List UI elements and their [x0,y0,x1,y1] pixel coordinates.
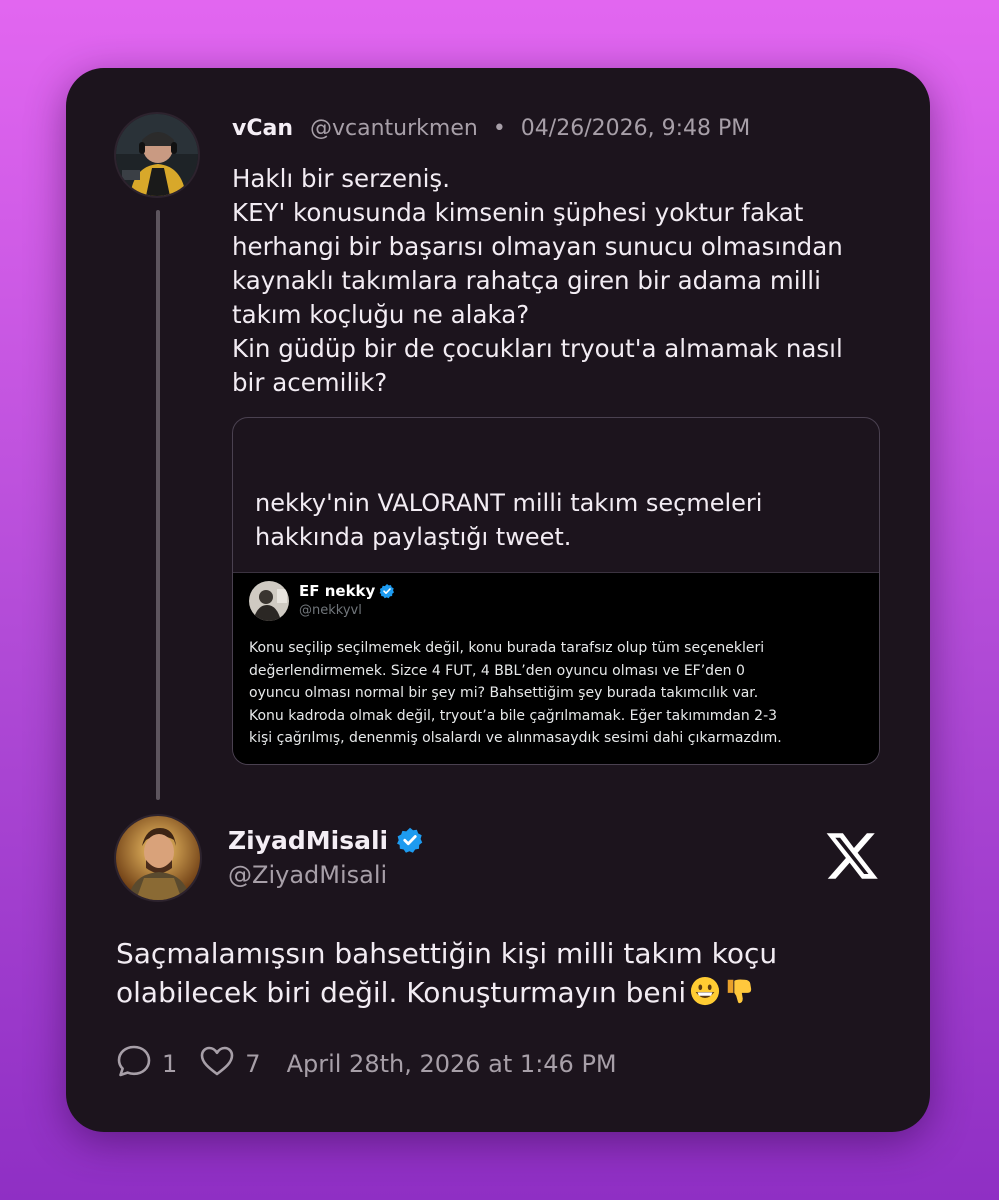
embedded-line: değerlendirmemek. Sizce 4 FUT, 4 BBL’den… [249,662,745,679]
reply-count-button[interactable]: 1 [116,1044,177,1084]
text-line: herhangi bir başarısı olmayan sunucu olm… [232,232,843,261]
reply-date[interactable]: April 28th, 2026 at 1:46 PM [287,1050,617,1078]
like-count-button[interactable]: 7 [199,1045,261,1083]
embedded-line: kişi çağrılmış, denenmiş olsalardı ve al… [249,730,782,746]
reply-text: Saçmalamışsın bahsettiğin kişi milli tak… [116,934,777,1016]
text-line: takım koçluğu ne alaka? [232,300,530,329]
avatar-nekky [249,581,289,621]
grinning-face-icon [690,976,720,1016]
tweet-card: vCan @vcanturkmen • 04/26/2026, 9:48 PM … [66,68,930,1132]
avatar-vcan[interactable] [116,114,198,196]
embedded-name-text: EF nekky [299,582,376,600]
display-name[interactable]: vCan [232,116,293,141]
embedded-line: Konu seçilip seçilmemek değil, konu bura… [249,640,765,656]
x-logo-icon[interactable] [826,830,878,882]
original-tweet-header: vCan @vcanturkmen • 04/26/2026, 9:48 PM [232,116,750,141]
text-line: bir acemilik? [232,368,388,397]
comment-icon [116,1044,152,1084]
text-line: Kin güdüp bir de çocukları tryout'a alma… [232,334,843,363]
caption-line: hakkında paylaştığı tweet. [255,523,572,551]
reply-count: 1 [162,1050,178,1078]
embedded-handle: @nekkyvl [299,603,362,618]
reply-line-text: olabilecek biri değil. Konuşturmayın ben… [116,976,687,1009]
quote-caption: nekky'nin VALORANT milli takım seçmeleri… [255,486,762,554]
timestamp[interactable]: 04/26/2026, 9:48 PM [521,116,750,141]
reply-name-text[interactable]: ZiyadMisali [228,826,388,855]
avatar-ziyadmisali[interactable] [116,816,200,900]
quoted-media-card[interactable]: nekky'nin VALORANT milli takım seçmeleri… [232,417,880,765]
embedded-line: oyuncu olması normal bir şey mi? Bahsett… [249,685,759,701]
text-line: Haklı bir serzeniş. [232,164,450,193]
reply-display-name[interactable]: ZiyadMisali [228,826,424,860]
reply-line: Saçmalamışsın bahsettiğin kişi milli tak… [116,937,778,970]
reply-handle[interactable]: @ZiyadMisali [228,861,387,889]
like-count: 7 [245,1050,261,1078]
handle[interactable]: @vcanturkmen [310,116,478,141]
verified-badge-icon [396,826,424,860]
embedded-tweet-text: Konu seçilip seçilmemek değil, konu bura… [249,637,782,750]
embedded-display-name: EF nekky [299,582,395,603]
thread-connector-line [156,210,160,800]
caption-line: nekky'nin VALORANT milli takım seçmeleri [255,489,763,517]
reply-line-2: olabilecek biri değil. Konuşturmayın ben… [116,973,777,1016]
embedded-tweet-screenshot: EF nekky @nekkyvl Konu seçilip seçilmeme… [233,572,879,764]
text-line: kaynaklı takımlara rahatça giren bir ada… [232,266,821,295]
embedded-line: Konu kadroda olmak değil, tryout’a bile … [249,707,778,724]
heart-icon [199,1045,235,1083]
separator-dot: • [492,116,506,141]
verified-badge-icon [379,583,395,603]
original-tweet-text: Haklı bir serzeniş. KEY' konusunda kimse… [232,162,892,400]
reply-footer: 1 7 April 28th, 2026 at 1:46 PM [116,1045,617,1083]
text-line: KEY' konusunda kimsenin şüphesi yoktur f… [232,198,804,227]
thumbs-down-icon [724,976,754,1016]
